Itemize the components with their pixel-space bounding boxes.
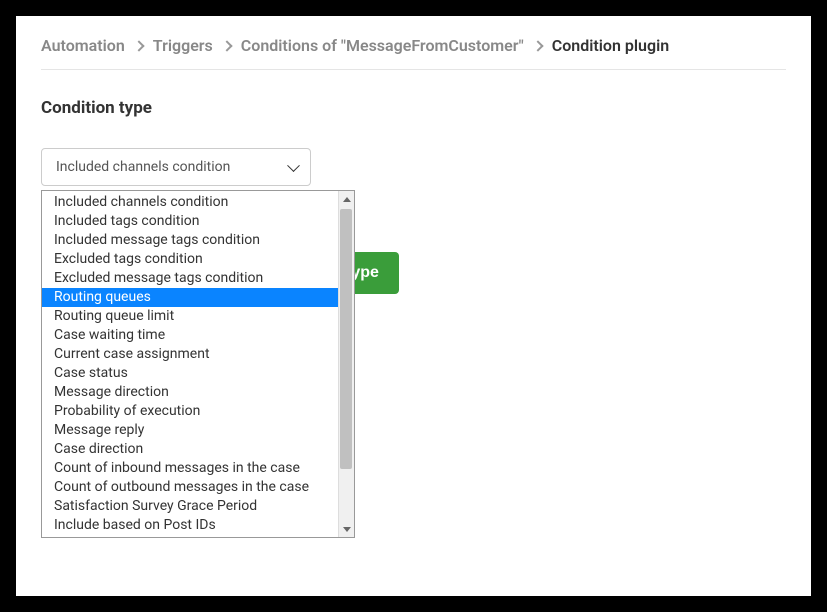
dropdown-option[interactable]: Current case assignment xyxy=(42,345,354,364)
dropdown-option[interactable]: Included tags condition xyxy=(42,212,354,231)
dropdown-option[interactable]: Exclude based on Post IDs xyxy=(42,535,354,538)
condition-type-select-wrap: Included channels condition Included cha… xyxy=(41,148,311,186)
dropdown-option[interactable]: Included channels condition xyxy=(42,193,354,212)
dropdown-option[interactable]: Excluded tags condition xyxy=(42,250,354,269)
breadcrumb-triggers[interactable]: Triggers xyxy=(153,36,213,55)
breadcrumb-conditions[interactable]: Conditions of "MessageFromCustomer" xyxy=(241,36,524,55)
scrollbar-arrow-up-icon[interactable] xyxy=(340,192,354,206)
breadcrumb-condition-plugin: Condition plugin xyxy=(552,36,669,55)
app-window: Automation Triggers Conditions of "Messa… xyxy=(16,16,811,596)
dropdown-option[interactable]: Routing queues xyxy=(42,288,354,307)
dropdown-option[interactable]: Satisfaction Survey Grace Period xyxy=(42,497,354,516)
dropdown-option[interactable]: Excluded message tags condition xyxy=(42,269,354,288)
breadcrumb: Automation Triggers Conditions of "Messa… xyxy=(41,36,786,70)
scrollbar-thumb[interactable] xyxy=(340,209,352,469)
dropdown-option[interactable]: Count of inbound messages in the case xyxy=(42,459,354,478)
chevron-right-icon xyxy=(133,40,144,51)
dropdown-option[interactable]: Probability of execution xyxy=(42,402,354,421)
dropdown-list: Included channels conditionIncluded tags… xyxy=(42,191,354,538)
dropdown-option[interactable]: Case waiting time xyxy=(42,326,354,345)
dropdown-option[interactable]: Message reply xyxy=(42,421,354,440)
scrollbar-arrow-down-icon[interactable] xyxy=(340,522,354,536)
breadcrumb-automation[interactable]: Automation xyxy=(41,36,125,55)
condition-type-dropdown: Included channels conditionIncluded tags… xyxy=(41,190,355,538)
chevron-right-icon xyxy=(532,40,543,51)
dropdown-option[interactable]: Included message tags condition xyxy=(42,231,354,250)
dropdown-option[interactable]: Case status xyxy=(42,364,354,383)
chevron-right-icon xyxy=(221,40,232,51)
condition-type-select[interactable]: Included channels condition xyxy=(41,148,311,186)
page-title: Condition type xyxy=(41,98,786,118)
dropdown-option[interactable]: Case direction xyxy=(42,440,354,459)
select-value: Included channels condition xyxy=(56,159,230,175)
dropdown-option[interactable]: Count of outbound messages in the case xyxy=(42,478,354,497)
dropdown-option[interactable]: Routing queue limit xyxy=(42,307,354,326)
dropdown-option[interactable]: Include based on Post IDs xyxy=(42,516,354,535)
dropdown-option[interactable]: Message direction xyxy=(42,383,354,402)
dropdown-scrollbar[interactable] xyxy=(338,191,354,537)
